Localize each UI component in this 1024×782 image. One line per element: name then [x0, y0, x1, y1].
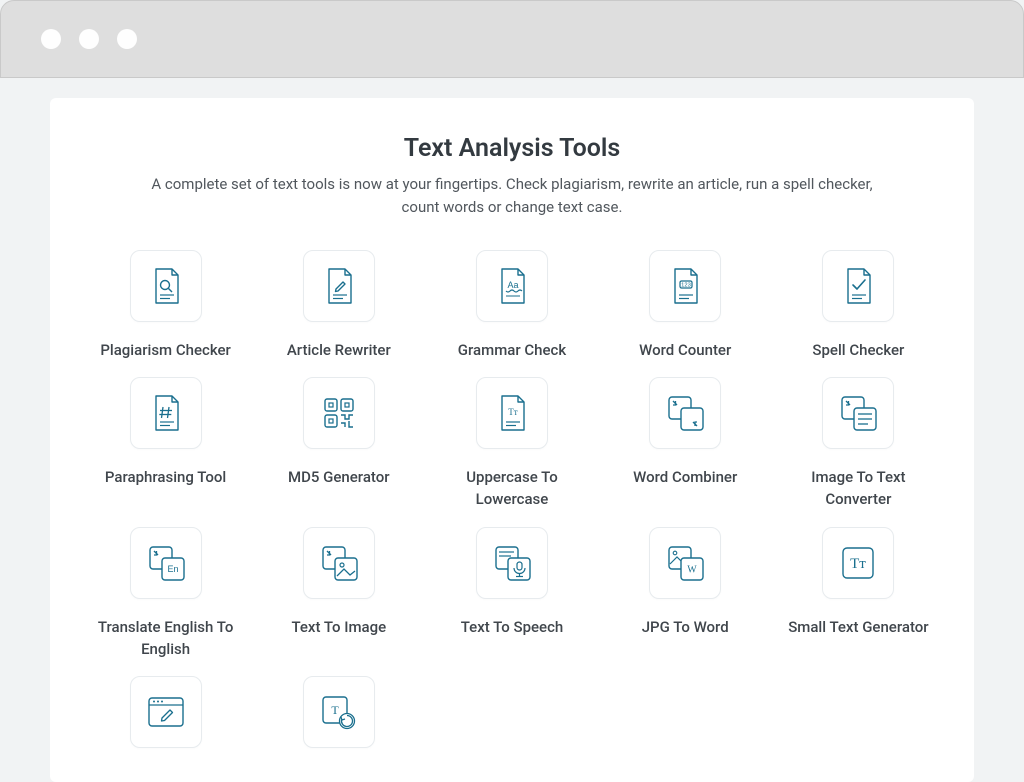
tool-grid: Plagiarism Checker Article Rewriter Aa G…: [86, 248, 938, 767]
tool-label: MD5 Generator: [288, 467, 390, 489]
tool-item[interactable]: Article Rewriter: [259, 248, 418, 362]
tool-item[interactable]: T: [259, 674, 418, 766]
file-check-icon[interactable]: [822, 250, 894, 322]
image-to-text-icon[interactable]: [822, 377, 894, 449]
tool-item[interactable]: Tт Uppercase To Lowercase: [432, 375, 591, 511]
text-to-image-icon[interactable]: [303, 527, 375, 599]
tool-item[interactable]: W JPG To Word: [606, 525, 765, 661]
tool-label: Uppercase To Lowercase: [434, 467, 589, 511]
text-refresh-icon[interactable]: T: [303, 676, 375, 748]
tool-label: Paraphrasing Tool: [105, 467, 226, 489]
tool-item[interactable]: 123 Word Counter: [606, 248, 765, 362]
browser-chrome: [0, 0, 1024, 78]
svg-text:En: En: [167, 564, 178, 574]
svg-text:Aa: Aa: [507, 280, 518, 290]
tool-label: Word Combiner: [633, 467, 737, 489]
tool-label: Text To Image: [291, 617, 386, 639]
tool-item[interactable]: Text To Speech: [432, 525, 591, 661]
tool-item[interactable]: Paraphrasing Tool: [86, 375, 245, 511]
tool-item[interactable]: Image To Text Converter: [779, 375, 938, 511]
tool-item[interactable]: Text To Image: [259, 525, 418, 661]
content-card: Text Analysis Tools A complete set of te…: [50, 98, 974, 782]
file-aa-icon[interactable]: Aa: [476, 250, 548, 322]
tool-label: Text To Speech: [461, 617, 564, 639]
tool-item[interactable]: Aa Grammar Check: [432, 248, 591, 362]
file-tt-icon[interactable]: Tт: [476, 377, 548, 449]
tool-label: Grammar Check: [458, 340, 566, 362]
tool-label: Article Rewriter: [287, 340, 391, 362]
file-hash-icon[interactable]: [130, 377, 202, 449]
file-combine-icon[interactable]: [649, 377, 721, 449]
svg-text:W: W: [687, 564, 697, 575]
window-dot: [41, 29, 61, 49]
file-pencil-icon[interactable]: [303, 250, 375, 322]
tool-item[interactable]: Tт Small Text Generator: [779, 525, 938, 661]
tool-label: Word Counter: [639, 340, 731, 362]
tool-label: Image To Text Converter: [781, 467, 936, 511]
browser-pencil-icon[interactable]: [130, 676, 202, 748]
tool-item[interactable]: MD5 Generator: [259, 375, 418, 511]
tool-label: JPG To Word: [642, 617, 729, 639]
page: Text Analysis Tools A complete set of te…: [0, 78, 1024, 782]
tool-label: Small Text Generator: [788, 617, 928, 639]
page-title: Text Analysis Tools: [86, 134, 938, 163]
tool-item[interactable]: [86, 674, 245, 766]
tool-label: Translate English To English: [88, 617, 243, 661]
tool-label: Spell Checker: [812, 340, 904, 362]
file-en-icon[interactable]: En: [130, 527, 202, 599]
page-subtitle: A complete set of text tools is now at y…: [132, 173, 892, 220]
file-search-icon[interactable]: [130, 250, 202, 322]
svg-text:T: T: [331, 703, 339, 717]
tool-item[interactable]: En Translate English To English: [86, 525, 245, 661]
jpg-to-word-icon[interactable]: W: [649, 527, 721, 599]
tool-item[interactable]: Spell Checker: [779, 248, 938, 362]
tt-box-icon[interactable]: Tт: [822, 527, 894, 599]
svg-text:Tт: Tт: [851, 556, 867, 572]
tool-item[interactable]: Plagiarism Checker: [86, 248, 245, 362]
svg-text:Tт: Tт: [508, 407, 517, 417]
svg-text:123: 123: [681, 282, 691, 288]
window-dot: [79, 29, 99, 49]
file-mic-icon[interactable]: [476, 527, 548, 599]
window-dot: [117, 29, 137, 49]
qr-icon[interactable]: [303, 377, 375, 449]
tool-label: Plagiarism Checker: [100, 340, 231, 362]
file-123-icon[interactable]: 123: [649, 250, 721, 322]
tool-item[interactable]: Word Combiner: [606, 375, 765, 511]
